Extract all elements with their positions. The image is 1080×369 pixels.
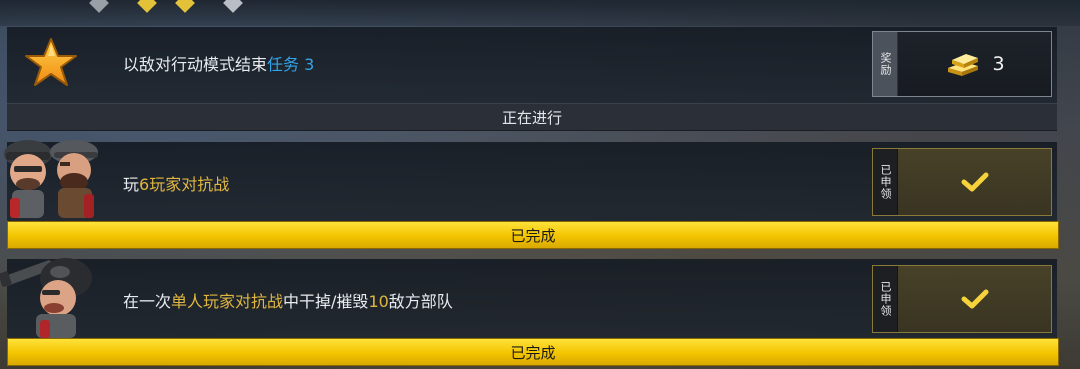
- reward-tag: 已申领: [873, 266, 898, 332]
- top-strip: [0, 0, 1080, 26]
- reward-content: [898, 149, 1051, 215]
- mission-description: 在一次单人玩家对抗战中干掉/摧毁10敌方部队: [123, 288, 453, 312]
- star-icon: [25, 38, 77, 86]
- reward-tag: 已申领: [873, 149, 898, 215]
- mission-text-part: 敌方部队: [388, 292, 453, 311]
- diamond-decoration-icon: [223, 0, 243, 13]
- mission-description: 以敌对行动模式结束任务 3: [123, 51, 314, 75]
- status-bar-completed: 已完成: [7, 338, 1059, 366]
- mission-text-part: 以敌对行动模式结束: [123, 55, 268, 74]
- reward-box[interactable]: 已申领: [872, 265, 1052, 333]
- gold-bars-icon: [948, 54, 979, 76]
- mission-highlight: 单人玩家对抗战: [171, 292, 284, 311]
- mission-highlight: 10: [368, 292, 389, 311]
- reward-tag-label: 已申领: [879, 164, 892, 200]
- diamond-decoration-icon: [89, 0, 109, 13]
- status-label: 已完成: [510, 343, 556, 362]
- mission-highlight: 任务 3: [267, 55, 315, 74]
- mission-text-part: 玩: [123, 175, 140, 194]
- mission-text-part: 在一次: [123, 292, 172, 311]
- status-bar-completed: 已完成: [7, 221, 1059, 249]
- mission-highlight: 玩家对抗战: [149, 175, 230, 194]
- reward-tag-label: 已申领: [879, 281, 892, 317]
- gunner-avatar-icon: [0, 258, 92, 338]
- status-label: 已完成: [510, 226, 556, 245]
- checkmark-icon: [961, 289, 988, 309]
- reward-tag-label: 奖励: [879, 52, 892, 76]
- mission-highlight: 6: [139, 175, 150, 194]
- reward-box[interactable]: 奖励 3: [872, 31, 1052, 97]
- reward-tag: 奖励: [873, 32, 898, 96]
- mission-description: 玩6玩家对抗战: [123, 171, 229, 195]
- reward-content: 3: [898, 32, 1051, 96]
- checkmark-icon: [961, 172, 988, 192]
- status-bar-in-progress: 正在进行: [7, 103, 1057, 131]
- reward-box[interactable]: 已申领: [872, 148, 1052, 216]
- soldiers-avatar-icon: [4, 140, 98, 218]
- reward-amount: 3: [992, 53, 1005, 75]
- status-label: 正在进行: [501, 108, 562, 127]
- reward-content: [898, 266, 1051, 332]
- diamond-decoration-icon: [175, 0, 195, 13]
- mission-text-part: 中干掉/摧毁: [283, 292, 369, 311]
- diamond-decoration-icon: [137, 0, 157, 13]
